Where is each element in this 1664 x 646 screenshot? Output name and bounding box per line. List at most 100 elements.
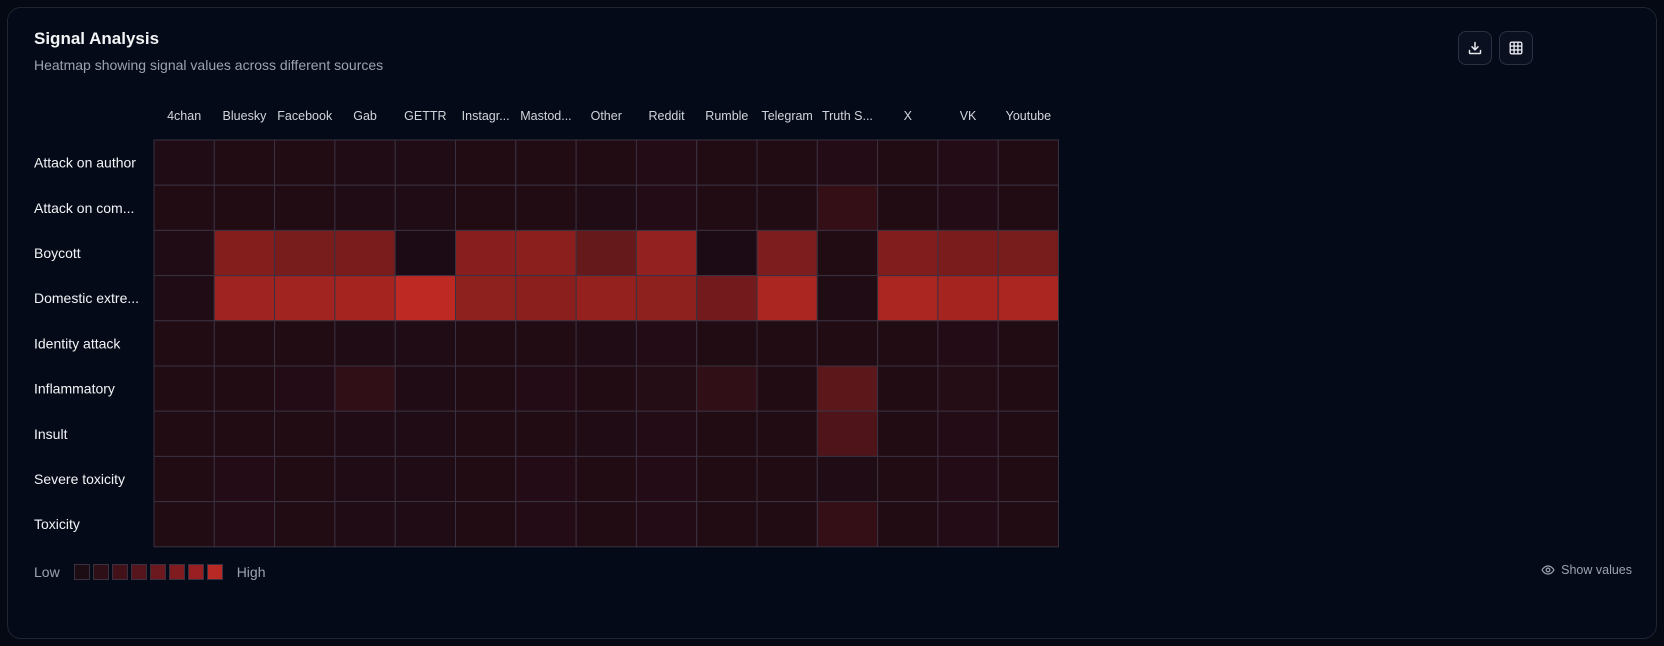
heatmap-cell[interactable] <box>515 455 577 503</box>
heatmap-cell[interactable] <box>274 275 336 322</box>
heatmap-cell[interactable] <box>213 320 276 367</box>
heatmap-cell[interactable] <box>997 455 1060 503</box>
heatmap-cell[interactable] <box>153 365 215 412</box>
heatmap-cell[interactable] <box>274 229 336 277</box>
heatmap-cell[interactable] <box>756 501 818 548</box>
heatmap-cell[interactable] <box>635 229 698 277</box>
heatmap-cell[interactable] <box>575 139 637 186</box>
heatmap-cell[interactable] <box>696 501 758 548</box>
heatmap-cell[interactable] <box>213 229 276 277</box>
heatmap-cell[interactable] <box>877 365 939 412</box>
heatmap-cell[interactable] <box>997 184 1060 231</box>
heatmap-cell[interactable] <box>937 229 999 277</box>
heatmap-cell[interactable] <box>937 139 999 186</box>
heatmap-cell[interactable] <box>394 501 457 548</box>
heatmap-cell[interactable] <box>455 139 517 186</box>
heatmap-cell[interactable] <box>274 184 336 231</box>
heatmap-cell[interactable] <box>696 139 758 186</box>
heatmap-cell[interactable] <box>274 320 336 367</box>
heatmap-cell[interactable] <box>394 139 457 186</box>
heatmap-cell[interactable] <box>756 184 818 231</box>
heatmap-cell[interactable] <box>455 455 517 503</box>
heatmap-cell[interactable] <box>816 455 879 503</box>
heatmap-cell[interactable] <box>816 320 879 367</box>
heatmap-cell[interactable] <box>877 139 939 186</box>
heatmap-cell[interactable] <box>394 184 457 231</box>
heatmap-cell[interactable] <box>756 139 818 186</box>
heatmap-cell[interactable] <box>394 365 457 412</box>
heatmap-cell[interactable] <box>635 139 698 186</box>
heatmap-cell[interactable] <box>334 501 396 548</box>
heatmap-cell[interactable] <box>153 184 215 231</box>
heatmap-cell[interactable] <box>877 275 939 322</box>
heatmap-cell[interactable] <box>816 501 879 548</box>
heatmap-cell[interactable] <box>997 501 1060 548</box>
heatmap-cell[interactable] <box>756 410 818 457</box>
heatmap-cell[interactable] <box>756 365 818 412</box>
heatmap-cell[interactable] <box>153 501 215 548</box>
heatmap-cell[interactable] <box>937 320 999 367</box>
heatmap-cell[interactable] <box>575 455 637 503</box>
heatmap-cell[interactable] <box>274 365 336 412</box>
heatmap-cell[interactable] <box>515 320 577 367</box>
heatmap-cell[interactable] <box>394 455 457 503</box>
heatmap-cell[interactable] <box>997 229 1060 277</box>
heatmap-cell[interactable] <box>334 139 396 186</box>
heatmap-cell[interactable] <box>334 229 396 277</box>
heatmap-cell[interactable] <box>696 275 758 322</box>
heatmap-cell[interactable] <box>877 410 939 457</box>
heatmap-cell[interactable] <box>575 365 637 412</box>
heatmap-cell[interactable] <box>877 184 939 231</box>
heatmap-cell[interactable] <box>213 501 276 548</box>
heatmap-cell[interactable] <box>213 365 276 412</box>
heatmap-cell[interactable] <box>274 501 336 548</box>
heatmap-cell[interactable] <box>455 501 517 548</box>
heatmap-cell[interactable] <box>515 229 577 277</box>
heatmap-cell[interactable] <box>696 229 758 277</box>
heatmap-cell[interactable] <box>274 455 336 503</box>
heatmap-cell[interactable] <box>635 320 698 367</box>
heatmap-cell[interactable] <box>816 139 879 186</box>
heatmap-cell[interactable] <box>877 455 939 503</box>
heatmap-cell[interactable] <box>997 275 1060 322</box>
heatmap-cell[interactable] <box>455 410 517 457</box>
heatmap-cell[interactable] <box>515 501 577 548</box>
heatmap-cell[interactable] <box>997 410 1060 457</box>
heatmap-cell[interactable] <box>334 275 396 322</box>
heatmap-cell[interactable] <box>575 501 637 548</box>
heatmap-cell[interactable] <box>937 184 999 231</box>
heatmap-cell[interactable] <box>455 184 517 231</box>
heatmap-cell[interactable] <box>575 275 637 322</box>
heatmap-cell[interactable] <box>816 410 879 457</box>
heatmap-cell[interactable] <box>877 501 939 548</box>
heatmap-cell[interactable] <box>997 139 1060 186</box>
heatmap-cell[interactable] <box>756 320 818 367</box>
heatmap-cell[interactable] <box>635 501 698 548</box>
heatmap-cell[interactable] <box>334 320 396 367</box>
heatmap-cell[interactable] <box>937 275 999 322</box>
heatmap-cell[interactable] <box>515 184 577 231</box>
heatmap-cell[interactable] <box>696 184 758 231</box>
heatmap-cell[interactable] <box>937 455 999 503</box>
heatmap-cell[interactable] <box>696 365 758 412</box>
heatmap-cell[interactable] <box>455 365 517 412</box>
heatmap-cell[interactable] <box>696 320 758 367</box>
heatmap-cell[interactable] <box>334 184 396 231</box>
heatmap-cell[interactable] <box>997 320 1060 367</box>
heatmap-cell[interactable] <box>213 455 276 503</box>
heatmap-cell[interactable] <box>575 229 637 277</box>
heatmap-cell[interactable] <box>816 229 879 277</box>
heatmap-cell[interactable] <box>213 410 276 457</box>
heatmap-cell[interactable] <box>274 410 336 457</box>
heatmap-cell[interactable] <box>635 455 698 503</box>
heatmap-cell[interactable] <box>394 229 457 277</box>
heatmap-cell[interactable] <box>997 365 1060 412</box>
heatmap-cell[interactable] <box>696 410 758 457</box>
heatmap-cell[interactable] <box>515 365 577 412</box>
heatmap-cell[interactable] <box>937 501 999 548</box>
heatmap-cell[interactable] <box>635 275 698 322</box>
heatmap-cell[interactable] <box>515 139 577 186</box>
heatmap-cell[interactable] <box>575 320 637 367</box>
heatmap-cell[interactable] <box>153 275 215 322</box>
heatmap-cell[interactable] <box>213 184 276 231</box>
